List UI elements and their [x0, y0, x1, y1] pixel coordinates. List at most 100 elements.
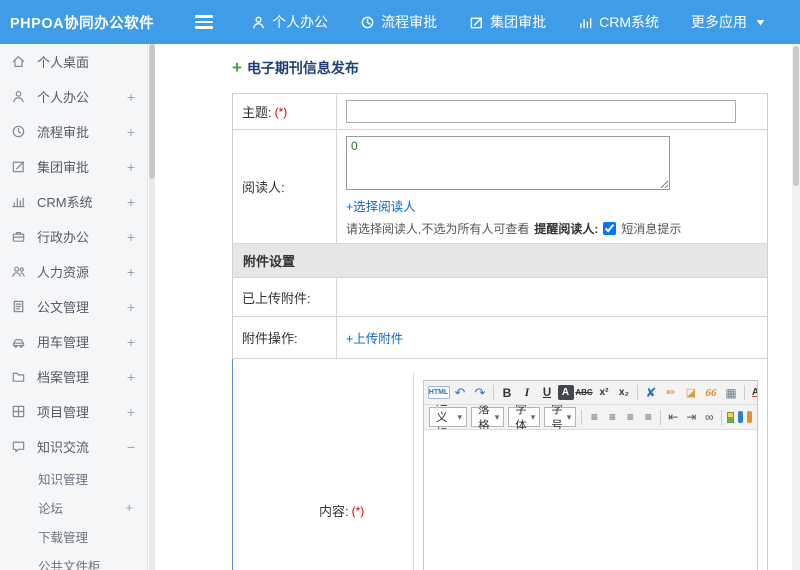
quote-button[interactable]: 66 [702, 383, 721, 402]
sidebar-subitem-label: 知识管理 [38, 473, 89, 487]
undo-button[interactable]: ↶ [451, 383, 470, 402]
redo-button[interactable]: ↷ [471, 383, 490, 402]
sidebar-item-label: CRM系统 [37, 195, 93, 210]
expand-sign: + [126, 368, 135, 385]
align-left-button[interactable]: ≡ [586, 408, 603, 427]
sidebar-item-administration[interactable]: 行政办公 + [0, 219, 147, 254]
strikethrough-button[interactable]: ABC [575, 383, 594, 402]
sidebar-item-knowledge[interactable]: 知识交流 − [0, 429, 147, 464]
sidebar-subitem-knowledge-mgmt[interactable]: 知识管理 [0, 464, 147, 493]
sidebar-item-hr[interactable]: 人力资源 + [0, 254, 147, 289]
sidebar-item-personal-office[interactable]: 个人办公 + [0, 79, 147, 114]
window-scrollbar-thumb[interactable] [793, 46, 799, 186]
plus-icon: + [232, 58, 242, 77]
superscript-button[interactable]: x² [595, 383, 614, 402]
italic-button[interactable]: I [518, 383, 537, 402]
menu-toggle-icon[interactable] [194, 15, 214, 29]
nav-crm[interactable]: CRM系统 [578, 12, 659, 32]
font-background-button[interactable]: A [557, 385, 574, 400]
select-label: 字号 [551, 405, 563, 430]
sidebar-subitem-label: 下载管理 [38, 531, 89, 545]
chevron-down-icon: ▾ [457, 411, 463, 422]
sms-label: 短消息提示 [621, 222, 682, 236]
heading-select[interactable]: 自定义标题 ▾ [429, 405, 468, 429]
app-header: PHPOA协同办公软件 个人办公 流程审批 集团审批 CRM系统 更多应用 [0, 0, 800, 44]
sidebar-item-archives[interactable]: 档案管理 + [0, 359, 147, 394]
align-right-button[interactable]: ≡ [622, 408, 639, 427]
expand-sign: + [126, 298, 135, 315]
toolbar-separator [637, 385, 638, 400]
underline-button[interactable]: U [538, 383, 557, 402]
sidebar-item-desktop[interactable]: 个人桌面 [0, 44, 147, 79]
sidebar-item-group-approval[interactable]: 集团审批 + [0, 149, 147, 184]
upload-attachment-link[interactable]: +上传附件 [346, 332, 403, 346]
insert-image-button[interactable] [727, 411, 735, 423]
sidebar-item-label: 用车管理 [37, 335, 90, 350]
home-icon [11, 54, 28, 69]
subscript-button[interactable]: x₂ [615, 383, 634, 402]
window-scrollbar[interactable] [792, 44, 800, 570]
font-color-dropdown[interactable]: A▾ [749, 383, 757, 402]
expand-sign: + [126, 333, 135, 350]
label-text: 附件操作: [242, 331, 298, 346]
insert-flash-button[interactable] [738, 411, 744, 423]
sidebar-item-projects[interactable]: 项目管理 + [0, 394, 147, 429]
font-family-select[interactable]: 字体 ▾ [508, 405, 541, 429]
expand-sign: + [126, 88, 135, 105]
nav-label: 集团审批 [490, 14, 547, 30]
remove-format-button[interactable]: ✘ [642, 383, 661, 402]
nav-label: 更多应用 [691, 14, 747, 30]
subject-input[interactable] [346, 100, 736, 123]
bold-button[interactable]: B [498, 383, 517, 402]
link-button[interactable]: ∞ [701, 408, 718, 427]
chat-icon [11, 439, 28, 454]
nav-personal-office[interactable]: 个人办公 [251, 12, 328, 32]
readers-textarea[interactable]: 0 [346, 136, 670, 190]
sidebar-subitem-public-cabinet[interactable]: 公共文件柜 [0, 551, 147, 570]
sidebar-item-label: 集团审批 [37, 160, 90, 175]
outdent-button[interactable]: ⇤ [665, 408, 682, 427]
sidebar-item-documents[interactable]: 公文管理 + [0, 289, 147, 324]
publish-form: 主题: (*) 阅读人: 0 +选择阅读人 请选择阅读人,不选为所有人可查看 提… [232, 93, 768, 570]
page-title: + 电子期刊信息发布 [232, 58, 792, 78]
sidebar-subitem-forum[interactable]: 论坛 + [0, 493, 147, 522]
sidebar-item-crm[interactable]: CRM系统 + [0, 184, 147, 219]
table-button[interactable]: ▦ [722, 383, 741, 402]
nav-workflow-approval[interactable]: 流程审批 [360, 12, 437, 32]
indent-button[interactable]: ⇥ [683, 408, 700, 427]
nav-label: CRM系统 [599, 14, 659, 30]
sidebar-subitem-downloads[interactable]: 下载管理 [0, 522, 147, 551]
align-center-button[interactable]: ≡ [604, 408, 621, 427]
format-painter-button[interactable]: ✏ [662, 383, 681, 402]
content-label: 内容: (*) [310, 373, 413, 570]
nav-more-apps[interactable]: 更多应用 [691, 12, 768, 32]
content-row: 内容: (*) HTML ↶ ↷ B I U A ABC x² x₂ ✘ ✏ ◪… [232, 359, 767, 570]
uploaded-label: 已上传附件: [233, 278, 336, 316]
rich-text-editor: HTML ↶ ↷ B I U A ABC x² x₂ ✘ ✏ ◪ 66 ▦ 义 … [423, 380, 758, 570]
label-text: 内容: [319, 504, 349, 519]
nav-label: 个人办公 [272, 14, 329, 30]
subject-row: 主题: (*) [232, 94, 767, 130]
nav-group-approval[interactable]: 集团审批 [469, 12, 546, 32]
car-icon [11, 334, 28, 349]
sidebar-item-label: 档案管理 [37, 370, 90, 385]
expand-sign: + [126, 193, 135, 210]
editor-content-area[interactable] [424, 430, 757, 570]
top-nav: 个人办公 流程审批 集团审批 CRM系统 更多应用 [251, 12, 800, 32]
paragraph-format-select[interactable]: 段落格式 ▾ [471, 405, 505, 429]
html-source-button[interactable]: HTML [427, 386, 450, 399]
briefcase-icon [11, 229, 28, 244]
expand-sign: + [126, 123, 135, 140]
sms-notify-checkbox[interactable] [603, 222, 617, 235]
font-size-select[interactable]: 字号 ▾ [544, 405, 577, 430]
select-readers-link[interactable]: +选择阅读人 [346, 200, 416, 214]
uploaded-attachments-row: 已上传附件: [232, 278, 767, 317]
readers-note-row: 请选择阅读人,不选为所有人可查看 提醒阅读人: 短消息提示 [346, 220, 758, 237]
insert-media-button[interactable] [747, 411, 752, 423]
attachment-section-header: 附件设置 [232, 244, 767, 278]
sidebar-item-workflow-approval[interactable]: 流程审批 + [0, 114, 147, 149]
page-title-text: 电子期刊信息发布 [246, 60, 359, 76]
align-justify-button[interactable]: ≡ [640, 408, 657, 427]
sidebar-item-vehicles[interactable]: 用车管理 + [0, 324, 147, 359]
highlight-button[interactable]: ◪ [682, 383, 701, 402]
